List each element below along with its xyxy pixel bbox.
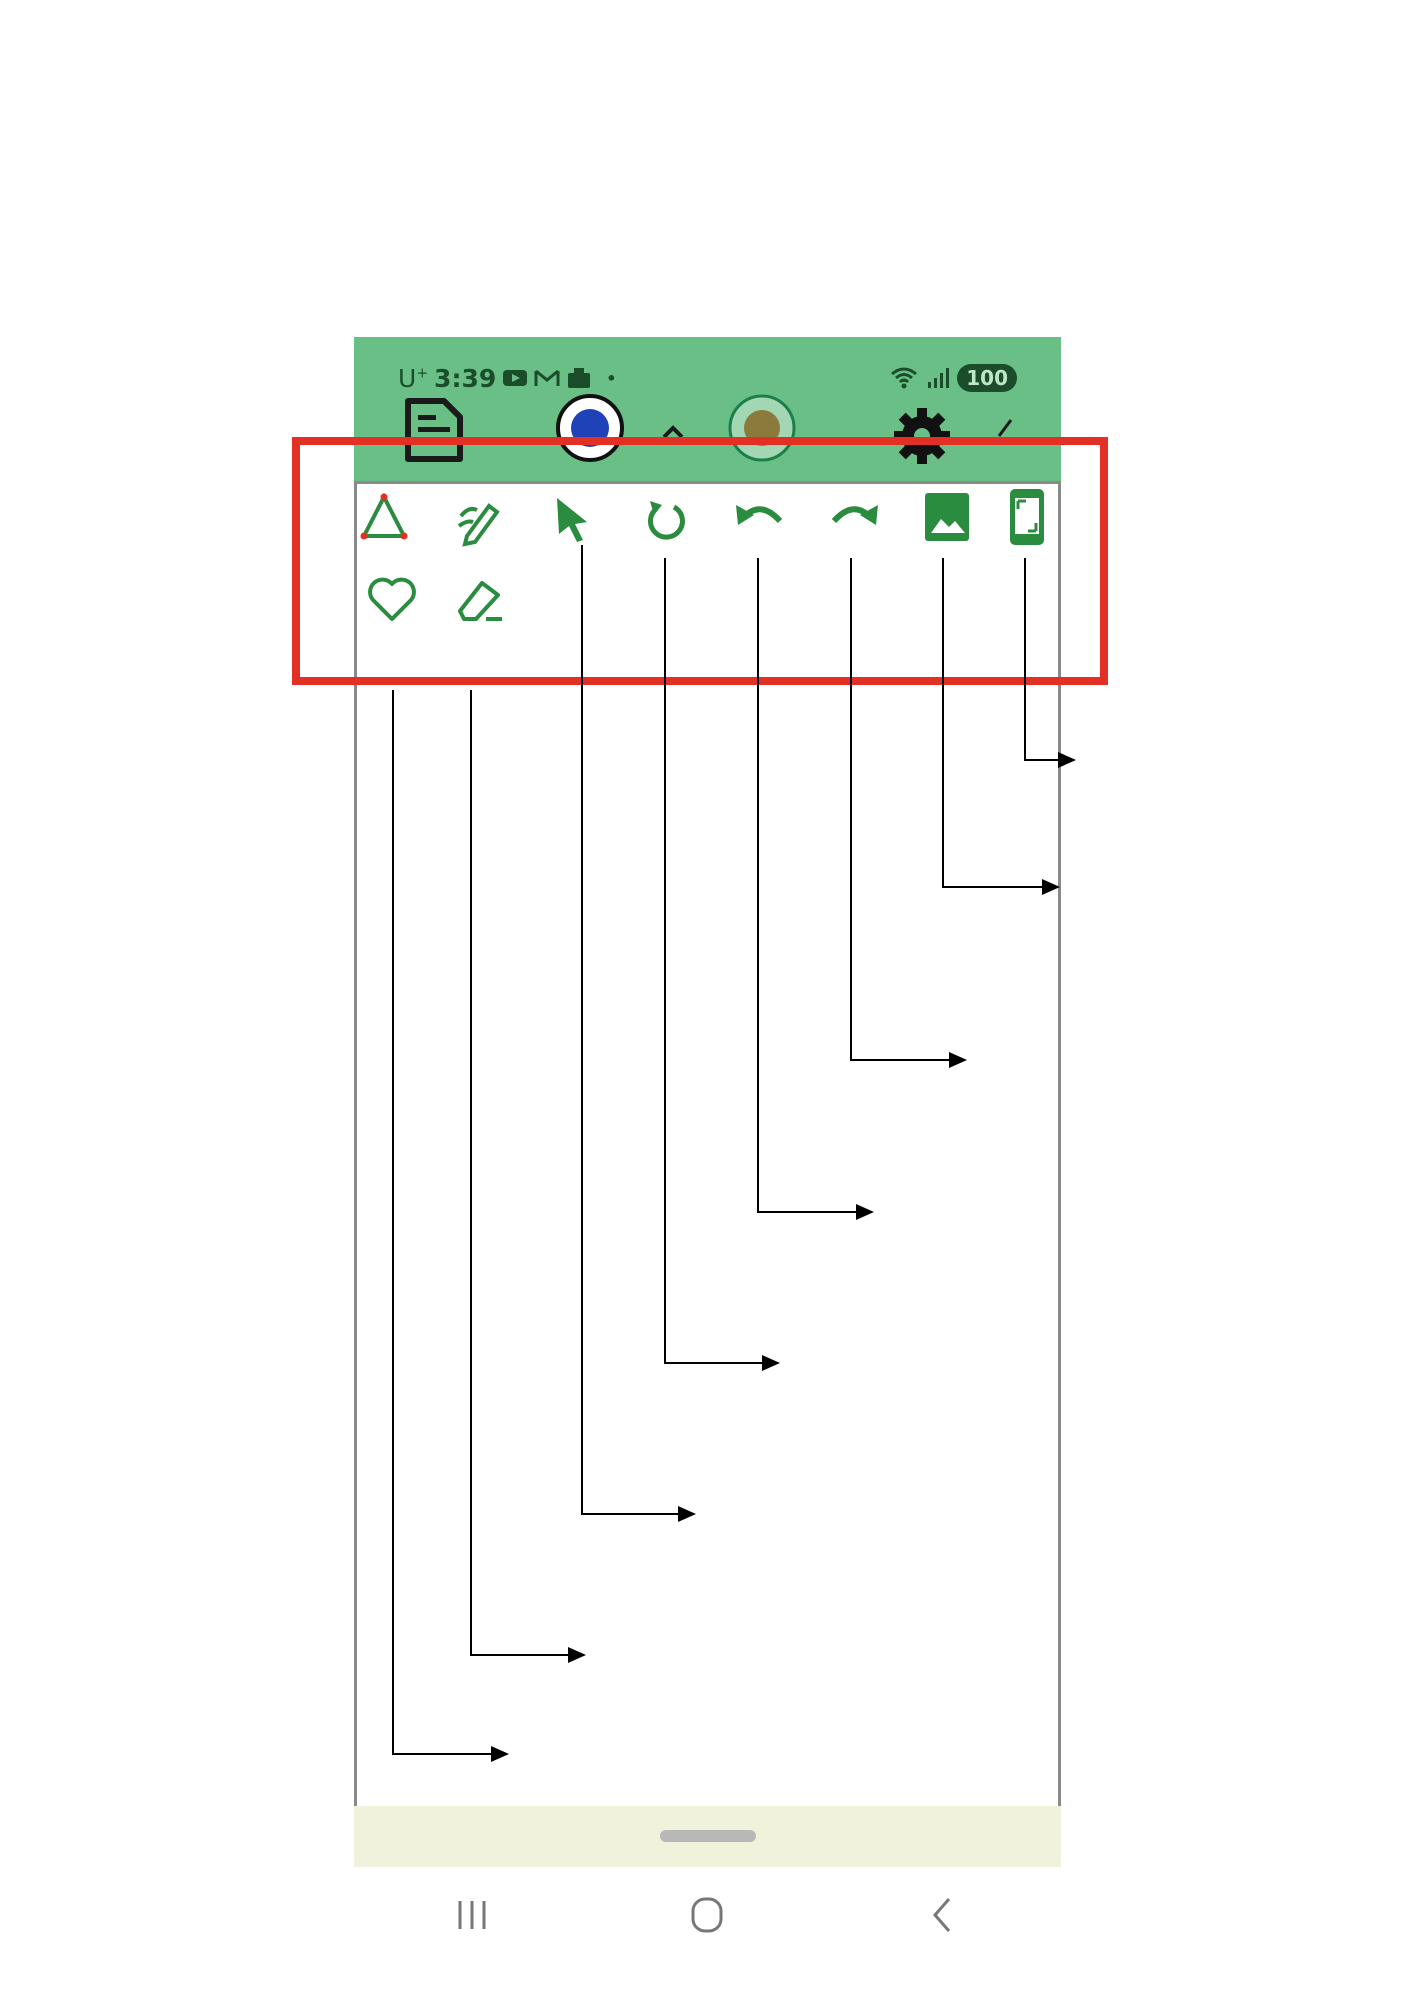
arrow-eraser	[470, 690, 586, 1663]
recents-icon[interactable]	[452, 1895, 492, 1935]
home-icon[interactable]	[687, 1895, 727, 1935]
back-icon[interactable]	[923, 1895, 963, 1935]
system-navigation-bar	[354, 1870, 1061, 1960]
arrow-select	[581, 545, 696, 1522]
arrow-rotate	[664, 558, 780, 1371]
callout-arrows	[392, 545, 1076, 1762]
arrow-screen	[1024, 558, 1076, 768]
arrow-undo	[757, 558, 874, 1220]
arrow-redo	[850, 558, 967, 1068]
arrow-shape	[392, 690, 509, 1762]
arrow-image	[942, 558, 1060, 895]
